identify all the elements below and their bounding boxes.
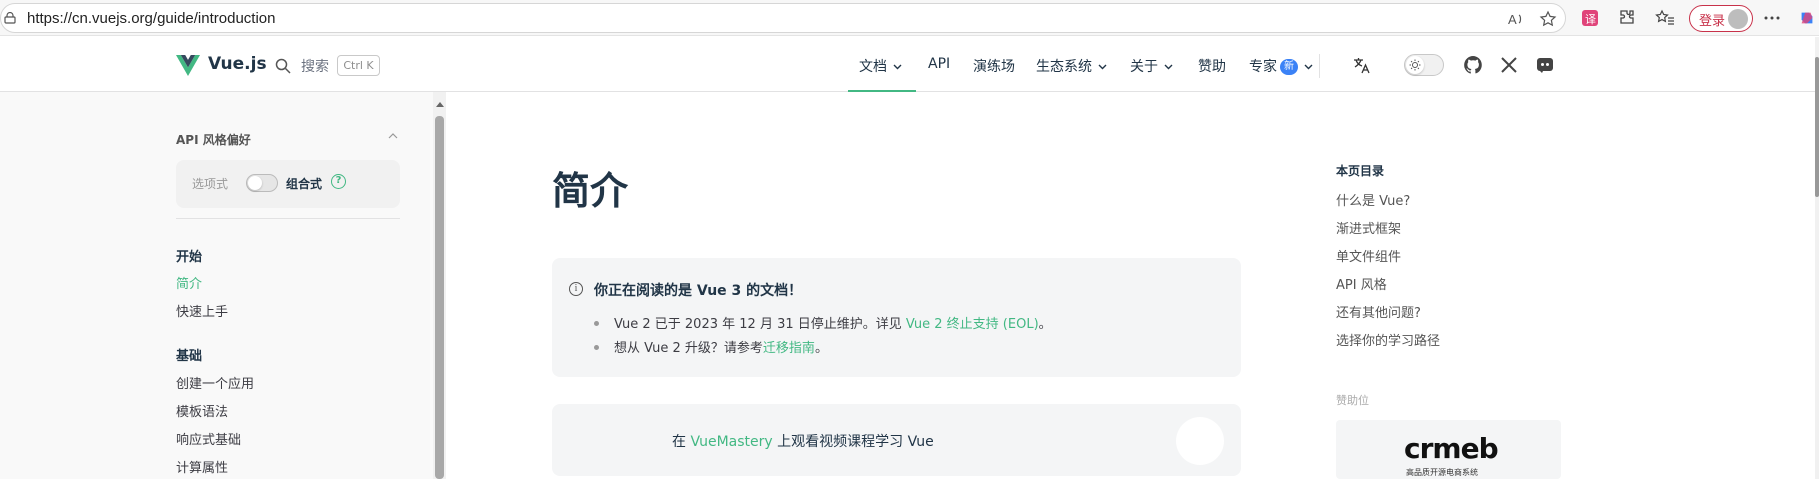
nav-docs[interactable]: 文档: [859, 56, 902, 76]
favorites-list-icon[interactable]: [1655, 8, 1675, 28]
sponsor-ad[interactable]: crmeb 高品质开源电商系统: [1336, 420, 1561, 479]
sponsor-logo: crmeb: [1404, 432, 1499, 465]
sponsor-label: 赞助位: [1336, 394, 1369, 407]
nav-experts[interactable]: 专家新: [1249, 56, 1313, 76]
sidebar-item-quick-start[interactable]: 快速上手: [176, 301, 228, 320]
extensions-icon[interactable]: [1617, 8, 1637, 28]
options-api-label[interactable]: 选项式: [192, 175, 228, 192]
sidebar-section-getting-started: 开始: [176, 250, 203, 265]
sidebar: API 风格偏好 选项式 组合式 ? 开始 简介 快速上手 基础 创建一个应用 …: [0, 92, 446, 479]
svg-text:A: A: [1508, 12, 1517, 27]
sidebar-divider: [176, 218, 400, 219]
callout-item-eol: Vue 2 已于 2023 年 12 月 31 日停止维护。详见 Vue 2 终…: [614, 317, 1052, 332]
sponsor-tagline: 高品质开源电商系统: [1406, 468, 1478, 477]
composition-api-label[interactable]: 组合式: [286, 175, 322, 192]
read-aloud-icon[interactable]: A: [1507, 10, 1525, 28]
more-menu-icon[interactable]: [1762, 8, 1782, 28]
active-nav-indicator: [848, 90, 916, 92]
help-icon[interactable]: ?: [331, 174, 346, 189]
scrollbar-thumb[interactable]: [435, 116, 444, 479]
play-button-icon[interactable]: [1176, 417, 1224, 465]
toc-item-sfc[interactable]: 单文件组件: [1336, 246, 1401, 265]
new-badge: 新: [1280, 59, 1298, 75]
api-style-switch[interactable]: [246, 174, 278, 192]
vue-logo-icon[interactable]: [176, 55, 200, 76]
sidebar-item-introduction[interactable]: 简介: [176, 273, 202, 292]
site-navbar: Vue.js 搜索 Ctrl K 文档 API 演练场 生态系统 关于 赞助 专…: [0, 37, 1815, 92]
nav-divider: [1319, 54, 1320, 78]
sidebar-item-reactivity[interactable]: 响应式基础: [176, 429, 241, 448]
vue2-eol-link[interactable]: Vue 2 终止支持 (EOL): [906, 317, 1039, 332]
dark-mode-toggle[interactable]: [1404, 54, 1444, 76]
vuemastery-text: 在 VueMastery 上观看视频课程学习 Vue: [672, 434, 934, 450]
migration-guide-link[interactable]: 迁移指南: [763, 341, 815, 356]
chevron-up-icon[interactable]: [388, 132, 398, 139]
sidebar-section-essentials: 基础: [176, 349, 203, 364]
favorite-star-icon[interactable]: [1539, 10, 1557, 28]
sidebar-item-create-app[interactable]: 创建一个应用: [176, 373, 254, 392]
vuemastery-link[interactable]: VueMastery: [690, 434, 772, 450]
toc-item-progressive[interactable]: 渐进式框架: [1336, 218, 1401, 237]
nav-playground[interactable]: 演练场: [973, 56, 1015, 76]
api-preference-box: 选项式 组合式 ?: [176, 160, 400, 208]
nav-about[interactable]: 关于: [1130, 56, 1173, 76]
sun-icon: [1406, 56, 1424, 74]
sidebar-item-template-syntax[interactable]: 模板语法: [176, 401, 228, 420]
search-icon[interactable]: [275, 58, 291, 74]
api-preference-title: API 风格偏好: [176, 133, 251, 147]
chevron-down-icon: [1304, 64, 1313, 70]
toc-item-learning-path[interactable]: 选择你的学习路径: [1336, 330, 1440, 349]
sidebar-item-computed[interactable]: 计算属性: [176, 457, 228, 476]
info-icon: i: [569, 282, 583, 296]
switch-knob: [248, 176, 262, 190]
brand-name[interactable]: Vue.js: [208, 54, 267, 74]
language-icon[interactable]: [1352, 55, 1372, 75]
callout-item-migration: 想从 Vue 2 升级？请参考迁移指南。: [614, 341, 828, 356]
chevron-down-icon: [1164, 64, 1173, 70]
browser-toolbar: https://cn.vuejs.org/guide/introduction …: [0, 0, 1819, 36]
chevron-down-icon: [893, 64, 902, 70]
github-icon[interactable]: [1463, 55, 1483, 75]
nav-api[interactable]: API: [928, 56, 950, 72]
url-text[interactable]: https://cn.vuejs.org/guide/introduction: [27, 10, 275, 27]
toc-title: 本页目录: [1336, 164, 1385, 178]
address-bar[interactable]: https://cn.vuejs.org/guide/introduction …: [0, 3, 1566, 33]
toc-item-questions[interactable]: 还有其他问题?: [1336, 302, 1421, 321]
x-twitter-icon[interactable]: [1499, 55, 1519, 75]
page-title: 简介: [552, 169, 629, 213]
copilot-icon[interactable]: [1798, 8, 1816, 28]
page-scrollbar-thumb[interactable]: [1815, 57, 1819, 197]
scroll-up-arrow-icon[interactable]: [436, 102, 444, 107]
avatar: [1728, 9, 1748, 29]
nav-sponsor[interactable]: 赞助: [1198, 56, 1226, 76]
info-callout: i 你正在阅读的是 Vue 3 的文档！ Vue 2 已于 2023 年 12 …: [552, 258, 1241, 377]
bullet: [594, 345, 599, 350]
login-button[interactable]: 登录: [1689, 5, 1753, 32]
svg-text:译: 译: [1585, 13, 1596, 26]
nav-ecosystem[interactable]: 生态系统: [1036, 56, 1107, 76]
page-info-icon[interactable]: [4, 12, 16, 24]
toc-item-api-style[interactable]: API 风格: [1336, 274, 1387, 293]
search-label[interactable]: 搜索: [301, 56, 329, 76]
page-scrollbar[interactable]: [1815, 37, 1819, 479]
toc-item-what-is-vue[interactable]: 什么是 Vue?: [1336, 190, 1410, 209]
vuemastery-banner[interactable]: 在 VueMastery 上观看视频课程学习 Vue: [552, 404, 1241, 476]
bullet: [594, 321, 599, 326]
search-shortcut: Ctrl K: [337, 55, 380, 76]
discord-icon[interactable]: [1535, 55, 1555, 75]
login-label: 登录: [1699, 14, 1726, 29]
callout-title: 你正在阅读的是 Vue 3 的文档！: [594, 283, 803, 299]
sidebar-scrollbar[interactable]: [433, 92, 446, 479]
translate-extension-icon[interactable]: 译: [1580, 8, 1600, 28]
chevron-down-icon: [1098, 64, 1107, 70]
